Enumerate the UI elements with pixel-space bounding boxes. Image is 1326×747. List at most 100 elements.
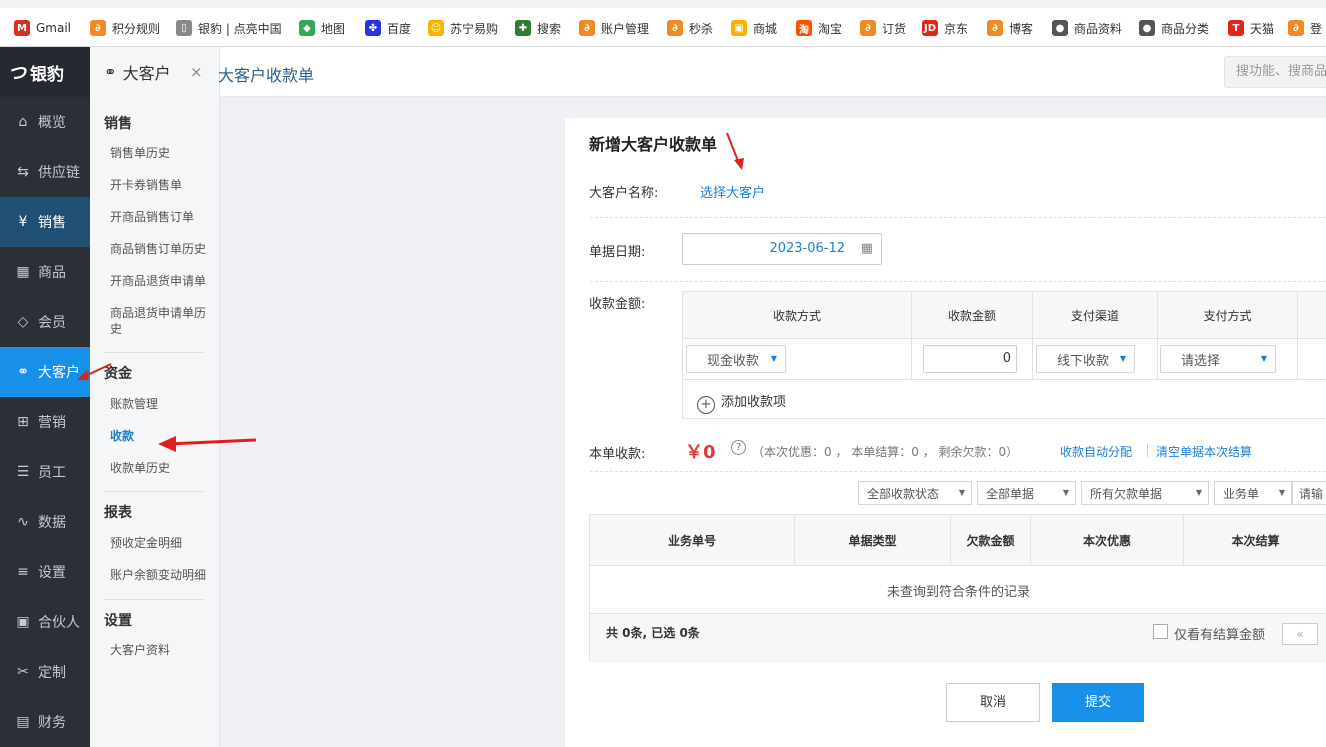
member-icon: ◇ <box>17 314 29 330</box>
sidebar-item-staff[interactable]: ☰ 员工 <box>0 447 90 497</box>
bookmark-label: 登 <box>1310 21 1323 36</box>
bookmark-item[interactable]: ● 商品分类 <box>1139 19 1209 37</box>
help-icon[interactable]: ? <box>731 440 746 455</box>
bookmark-icon: ∂ <box>667 20 683 36</box>
subnav-item[interactable]: 开商品退货申请单 <box>110 273 214 289</box>
pay-type-select[interactable]: 请选择 ▼ <box>1160 345 1276 373</box>
subnav-item[interactable]: 账户余额变动明细 <box>110 567 214 583</box>
records-table: 业务单号 单据类型 欠款金额 本次优惠 本次结算 未查询到符合条件的记录 共 0… <box>589 514 1326 663</box>
sidebar-item-settings[interactable]: ≡ 设置 <box>0 547 90 597</box>
sidebar-item-label: 大客户 <box>38 365 80 381</box>
auto-allocate-link[interactable]: 收款自动分配 <box>1060 443 1132 460</box>
bookmark-item[interactable]: ▣ 商城 <box>731 19 777 37</box>
pager-prev-button[interactable]: « <box>1282 623 1318 645</box>
bookmark-item[interactable]: ✤ 百度 <box>365 19 411 37</box>
app-logo[interactable]: つ银豹 <box>0 47 90 97</box>
filter-collect-status[interactable]: 全部收款状态 ▼ <box>858 481 972 505</box>
bookmark-item[interactable]: T 天猫 <box>1228 19 1274 37</box>
amount-label: 收款金额: <box>589 297 646 312</box>
order-search-input[interactable]: 请输 <box>1292 481 1326 505</box>
bookmark-label: 订货 <box>882 21 907 36</box>
filter-bill-type[interactable]: 全部单据 ▼ <box>977 481 1076 505</box>
sidebar-item-sales[interactable]: ¥ 销售 <box>0 197 90 247</box>
subnav-item[interactable]: 预收定金明细 <box>110 535 214 551</box>
bookmark-item[interactable]: M Gmail <box>14 19 71 37</box>
bookmark-label: 商品分类 <box>1161 21 1210 36</box>
subnav-item[interactable]: 开商品销售订单 <box>110 209 214 225</box>
subnav-item[interactable]: 商品退货申请单历史 <box>110 305 214 337</box>
bookmark-item[interactable]: ∂ 账户管理 <box>579 19 649 37</box>
logo-mark: つ <box>8 63 26 84</box>
sidebar-item-label: 财务 <box>38 715 66 731</box>
bookmark-item[interactable]: 淘淘宝 <box>796 19 842 37</box>
submit-button[interactable]: 提交 <box>1052 683 1144 722</box>
subnav-item[interactable]: 账款管理 <box>110 396 214 412</box>
payment-method-select[interactable]: 现金收款 ▼ <box>686 345 786 373</box>
add-payment-item-button[interactable]: 添加收款项 <box>721 391 786 410</box>
sidebar-item-label: 合伙人 <box>38 615 80 631</box>
bookmark-item[interactable]: ✚ 搜索 <box>515 19 561 37</box>
col-header-channel: 支付渠道 <box>1070 309 1119 323</box>
only-settled-checkbox[interactable] <box>1153 624 1168 639</box>
caret-down-icon: ▼ <box>1195 488 1202 497</box>
calendar-icon[interactable]: ▦ <box>861 241 873 256</box>
caret-down-icon: ▼ <box>1278 488 1285 497</box>
annotation-arrow <box>77 363 112 380</box>
subnav-item[interactable]: 开卡券销售单 <box>110 177 214 193</box>
bookmark-label: 银豹 | 点亮中国 <box>198 21 282 36</box>
filter-business-order[interactable]: 业务单 ▼ <box>1214 481 1292 505</box>
bookmark-icon: ∂ <box>860 20 876 36</box>
bookmark-label: 账户管理 <box>601 21 650 36</box>
add-circle-icon[interactable]: + <box>697 396 715 414</box>
sidebar-item-label: 数据 <box>38 515 66 531</box>
finance-icon: ▤ <box>16 714 30 730</box>
bookmark-label: 地图 <box>321 21 346 36</box>
bookmark-item[interactable]: ▯ 银豹 | 点亮中国 <box>176 19 282 37</box>
search-input[interactable]: 搜功能、搜商品 <box>1224 56 1326 88</box>
subnav-item[interactable]: 销售单历史 <box>110 145 214 161</box>
bookmark-item[interactable]: ● 商品资料 <box>1052 19 1122 37</box>
sidebar-item-custom[interactable]: ✂ 定制 <box>0 647 90 697</box>
sidebar-item-partner[interactable]: ▣ 合伙人 <box>0 597 90 647</box>
close-icon[interactable]: × <box>190 63 203 81</box>
bill-amount-label: 本单收款: <box>589 447 646 462</box>
bill-amount-value: ￥0 <box>685 442 716 463</box>
bookmark-item[interactable]: ∂ 积分规则 <box>90 19 160 37</box>
col-divider <box>1032 292 1033 379</box>
subnav-item[interactable]: 大客户资料 <box>110 642 214 658</box>
divider <box>104 352 204 353</box>
sidebar-item-home[interactable]: ⌂ 概览 <box>0 97 90 147</box>
bookmark-item[interactable]: ∂ 登 <box>1288 19 1322 37</box>
sidebar-item-product[interactable]: ▦ 商品 <box>0 247 90 297</box>
clear-settlement-link[interactable]: 清空单据本次结算 <box>1156 443 1252 460</box>
sidebar-item-supply-chain[interactable]: ⇆ 供应链 <box>0 147 90 197</box>
cancel-button[interactable]: 取消 <box>946 683 1040 722</box>
bookmark-label: 淘宝 <box>818 21 843 36</box>
sidebar-item-marketing[interactable]: ⊞ 营销 <box>0 397 90 447</box>
bookmark-item[interactable]: JD 京东 <box>922 19 968 37</box>
bookmark-item[interactable]: ☺ 苏宁易购 <box>428 19 498 37</box>
date-field[interactable]: 2023-06-12 ▦ <box>682 233 882 265</box>
bookmark-label: 商城 <box>753 21 778 36</box>
payment-channel-select[interactable]: 线下收款 ▼ <box>1036 345 1135 373</box>
top-bar: 大客户收款单 搜功能、搜商品 <box>218 47 1326 97</box>
payment-amount-input[interactable]: 0 <box>923 345 1017 373</box>
sidebar-item-finance[interactable]: ▤ 财务 <box>0 697 90 747</box>
bookmark-item[interactable]: ∂ 博客 <box>987 19 1033 37</box>
subnav-item[interactable]: 商品销售订单历史 <box>110 241 214 257</box>
search-engine-icon: ✚ <box>515 20 531 36</box>
bookmark-label: 搜索 <box>537 21 562 36</box>
select-customer-link[interactable]: 选择大客户 <box>700 182 765 201</box>
sidebar-item-chart[interactable]: ∿ 数据 <box>0 497 90 547</box>
address-bar-strip <box>0 0 1326 8</box>
subnav-header: ⚭ 大客户 × <box>90 47 219 97</box>
subnav-item[interactable]: 收款单历史 <box>110 460 214 476</box>
bookmark-label: 京东 <box>944 21 969 36</box>
bookmark-item[interactable]: ◆ 地图 <box>299 19 345 37</box>
date-value: 2023-06-12 <box>769 241 845 256</box>
bookmark-item[interactable]: ∂ 秒杀 <box>667 19 713 37</box>
filter-debt-bills[interactable]: 所有欠款单据 ▼ <box>1081 481 1209 505</box>
bookmark-item[interactable]: ∂ 订货 <box>860 19 906 37</box>
col-divider <box>1157 292 1158 379</box>
sidebar-item-member[interactable]: ◇ 会员 <box>0 297 90 347</box>
